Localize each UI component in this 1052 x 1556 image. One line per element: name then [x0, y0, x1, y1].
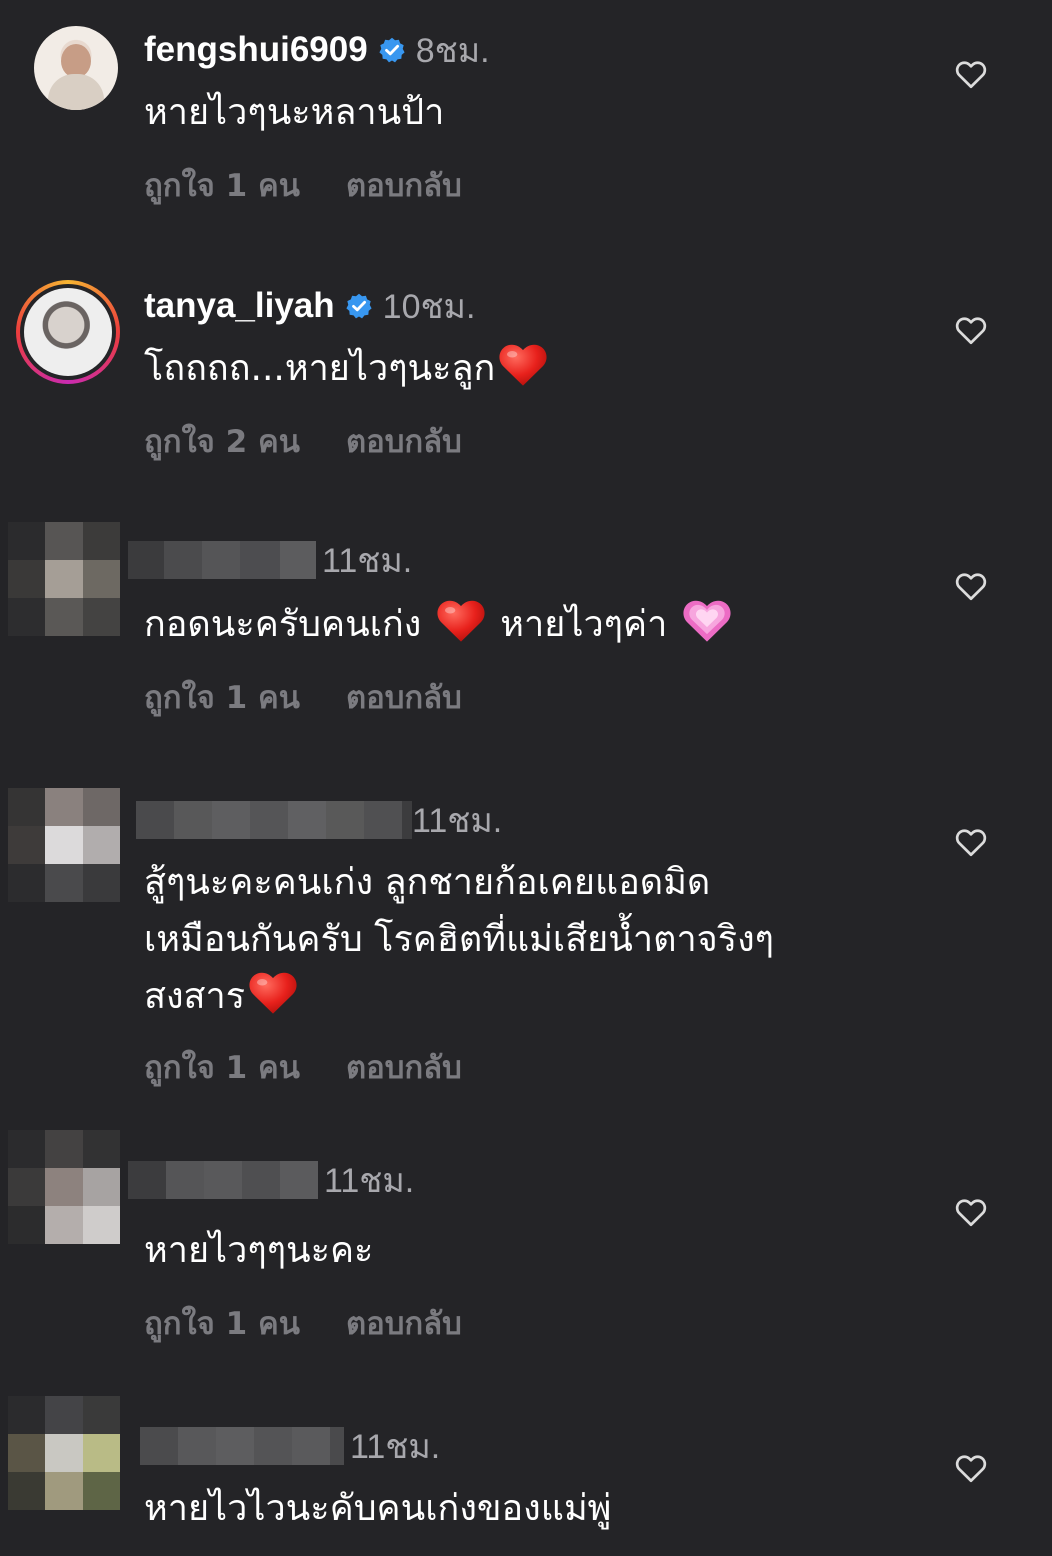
username-redacted[interactable]	[128, 1161, 318, 1199]
comment-header: 11ชม.	[128, 540, 412, 580]
comment-header: 11ชม.	[136, 800, 502, 840]
timestamp: 11ชม.	[350, 1428, 441, 1466]
username-redacted[interactable]	[128, 541, 316, 579]
comment-text: สู้ๆนะคะคนเก่ง ลูกชายก้อเคยแอดมิด เหมือน…	[144, 862, 775, 1017]
heart-outline-icon[interactable]	[952, 1450, 990, 1486]
comment-text: กอดนะครับคนเก่ง หายไวๆค่า	[144, 596, 904, 653]
avatar[interactable]	[8, 788, 120, 902]
timestamp: 11ชม.	[322, 542, 413, 580]
reply-button[interactable]: ตอบกลับ	[346, 1042, 462, 1092]
username-redacted[interactable]	[136, 801, 412, 839]
comment-text: หายไวๆนะหลานป้า	[144, 92, 445, 133]
reply-button[interactable]: ตอบกลับ	[346, 416, 462, 466]
growing-heart-emoji	[681, 596, 733, 644]
heart-outline-icon[interactable]	[952, 56, 990, 92]
comment-item: 11ชม. หายไวไวนะคับคนเก่งของแม่พู่	[0, 1396, 1052, 1556]
comment-actions: ถูกใจ 1 คน ตอบกลับ	[144, 160, 462, 210]
comment-text: หายไวไวนะคับคนเก่งของแม่พู่	[144, 1488, 612, 1529]
comment-item: 11ชม. กอดนะครับคนเก่ง หายไวๆค่า ถูกใจ 1 …	[0, 522, 1052, 778]
avatar[interactable]	[8, 1130, 120, 1244]
reply-button[interactable]: ตอบกลับ	[346, 160, 462, 210]
red-heart-emoji	[497, 340, 549, 388]
verified-badge-icon	[345, 292, 373, 320]
heart-outline-icon[interactable]	[952, 312, 990, 348]
reply-button[interactable]: ตอบกลับ	[346, 1298, 462, 1348]
comment-item: fengshui6909 8ชม. หายไวๆนะหลานป้า ถูกใจ …	[0, 0, 1052, 256]
username[interactable]: tanya_liyah	[144, 286, 335, 326]
likes-count[interactable]: ถูกใจ 1 คน	[144, 160, 300, 210]
heart-outline-icon[interactable]	[952, 568, 990, 604]
comment-text: หายไวๆๆนะคะ	[144, 1230, 374, 1271]
timestamp: 10ชม.	[382, 288, 476, 326]
likes-count[interactable]: ถูกใจ 1 คน	[144, 672, 300, 722]
heart-outline-icon[interactable]	[952, 1194, 990, 1230]
comment-actions: ถูกใจ 1 คน ตอบกลับ	[144, 1298, 462, 1348]
username[interactable]: fengshui6909	[144, 30, 368, 70]
comment-header: 11ชม.	[140, 1426, 440, 1466]
comment-item: tanya_liyah 10ชม. โถถถถ...หายไวๆนะลูก ถู…	[0, 256, 1052, 512]
verified-badge-icon	[378, 36, 406, 64]
avatar[interactable]	[34, 26, 118, 110]
likes-count[interactable]: ถูกใจ 1 คน	[144, 1298, 300, 1348]
timestamp: 11ชม.	[412, 802, 503, 840]
avatar[interactable]	[16, 280, 120, 384]
red-heart-emoji	[247, 968, 299, 1016]
comment-actions: ถูกใจ 2 คน ตอบกลับ	[144, 416, 462, 466]
likes-count[interactable]: ถูกใจ 2 คน	[144, 416, 300, 466]
red-heart-emoji	[435, 596, 487, 644]
comment-item: 11ชม. หายไวๆๆนะคะ ถูกใจ 1 คน ตอบกลับ	[0, 1130, 1052, 1386]
comment-actions: ถูกใจ 1 คน ตอบกลับ	[144, 672, 462, 722]
comment-header: fengshui6909 8ชม.	[144, 30, 490, 70]
comment-actions: ถูกใจ 1 คน ตอบกลับ	[144, 1042, 462, 1092]
avatar[interactable]	[8, 522, 120, 636]
comment-item: 11ชม. สู้ๆนะคะคนเก่ง ลูกชายก้อเคยแอดมิด …	[0, 788, 1052, 1130]
username-redacted[interactable]	[140, 1427, 344, 1465]
comment-header: 11ชม.	[128, 1160, 414, 1200]
comment-text: โถถถถ...หายไวๆนะลูก	[144, 340, 904, 397]
avatar[interactable]	[8, 1396, 120, 1510]
comment-header: tanya_liyah 10ชม.	[144, 286, 475, 326]
timestamp: 8ชม.	[415, 32, 490, 70]
likes-count[interactable]: ถูกใจ 1 คน	[144, 1042, 300, 1092]
timestamp: 11ชม.	[324, 1162, 415, 1200]
heart-outline-icon[interactable]	[952, 824, 990, 860]
reply-button[interactable]: ตอบกลับ	[346, 672, 462, 722]
